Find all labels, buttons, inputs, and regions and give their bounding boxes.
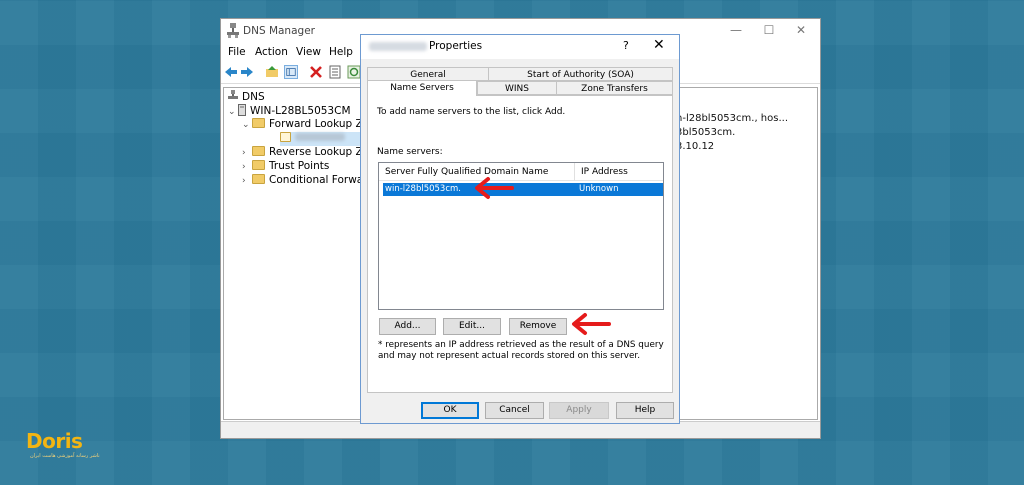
tree-label-trust: Trust Points bbox=[269, 160, 330, 172]
refresh-icon[interactable] bbox=[347, 65, 361, 79]
table-row[interactable]: win-l28bl5053cm. Unknown bbox=[383, 183, 663, 196]
folder-icon bbox=[252, 174, 265, 184]
annotation-arrow-icon bbox=[572, 313, 611, 335]
dns-icon bbox=[228, 90, 238, 99]
ip-note-text: * represents an IP address retrieved as … bbox=[378, 340, 664, 361]
folder-icon bbox=[252, 146, 265, 156]
ok-button[interactable]: OK bbox=[421, 402, 479, 419]
tab-soa[interactable]: Start of Authority (SOA) bbox=[488, 67, 673, 81]
tree-label-conditional: Conditional Forward bbox=[269, 174, 363, 186]
tree-item-server[interactable]: ⌄ WIN-L28BL5053CM bbox=[228, 104, 351, 118]
server-icon bbox=[238, 104, 246, 116]
tab-general[interactable]: General bbox=[367, 67, 489, 81]
name-servers-list[interactable]: Server Fully Qualified Domain Name (FQDN… bbox=[378, 162, 664, 310]
instruction-text: To add name servers to the list, click A… bbox=[377, 107, 566, 117]
chevron-right-icon[interactable]: › bbox=[242, 148, 252, 158]
add-button[interactable]: Add... bbox=[379, 318, 436, 335]
doris-logo: Doris ناشر رسانه آموزشی هاست ایران bbox=[26, 429, 100, 460]
maximize-button[interactable]: ☐ bbox=[759, 23, 779, 37]
menu-file[interactable]: File bbox=[228, 46, 246, 58]
tree-item-dns[interactable]: DNS bbox=[228, 90, 265, 104]
dialog-close-button[interactable]: ✕ bbox=[653, 37, 665, 53]
logo-tagline: ناشر رسانه آموزشی هاست ایران bbox=[30, 453, 100, 459]
chevron-down-icon[interactable]: ⌄ bbox=[242, 120, 252, 130]
minimize-button[interactable]: — bbox=[726, 23, 746, 37]
menu-action[interactable]: Action bbox=[255, 46, 288, 58]
row-ip: Unknown bbox=[579, 184, 619, 194]
folder-icon bbox=[252, 160, 265, 170]
tree-label-forward: Forward Lookup Zon bbox=[269, 118, 362, 130]
result-line-3: 3.10.12 bbox=[676, 141, 715, 152]
zone-file-icon bbox=[280, 132, 291, 142]
result-line-1: n-l28bl5053cm., hos... bbox=[676, 113, 789, 124]
close-button[interactable]: ✕ bbox=[791, 23, 811, 37]
chevron-right-icon[interactable]: › bbox=[242, 162, 252, 172]
properties-dialog: Properties ? ✕ General Start of Authorit… bbox=[360, 34, 680, 424]
name-servers-label: Name servers: bbox=[377, 147, 443, 157]
chevron-right-icon[interactable]: › bbox=[242, 176, 252, 186]
tree-label-server: WIN-L28BL5053CM bbox=[250, 105, 351, 117]
dns-server-icon bbox=[227, 23, 239, 38]
name-servers-panel: To add name servers to the list, click A… bbox=[367, 95, 673, 393]
folder-icon bbox=[252, 118, 265, 128]
tree-item-forward-lookup[interactable]: ⌄ Forward Lookup Zon bbox=[242, 118, 362, 132]
tree-label-reverse: Reverse Lookup Zon bbox=[269, 146, 362, 158]
tree-label-dns: DNS bbox=[242, 91, 265, 103]
tab-zone-transfers[interactable]: Zone Transfers bbox=[556, 81, 673, 95]
remove-button[interactable]: Remove bbox=[509, 318, 567, 335]
tree-item-trust-points[interactable]: › Trust Points bbox=[242, 160, 329, 174]
logo-wordmark: Doris bbox=[26, 429, 83, 453]
edit-button[interactable]: Edit... bbox=[443, 318, 501, 335]
zone-name-blurred bbox=[295, 133, 345, 141]
row-fqdn: win-l28bl5053cm. bbox=[385, 184, 461, 194]
delete-icon[interactable] bbox=[309, 65, 323, 79]
chevron-down-icon[interactable]: ⌄ bbox=[228, 107, 238, 117]
zone-name-blurred bbox=[369, 42, 427, 51]
show-hide-tree-icon[interactable] bbox=[284, 65, 298, 79]
column-header-ip[interactable]: IP Address bbox=[575, 163, 663, 181]
annotation-arrow-icon bbox=[475, 177, 514, 199]
tab-wins[interactable]: WINS bbox=[477, 81, 557, 95]
properties-icon[interactable] bbox=[328, 65, 342, 79]
window-title: DNS Manager bbox=[243, 25, 315, 37]
up-folder-icon[interactable] bbox=[265, 65, 279, 79]
menu-view[interactable]: View bbox=[296, 46, 321, 58]
help-button[interactable]: ? bbox=[623, 39, 629, 52]
apply-button[interactable]: Apply bbox=[549, 402, 609, 419]
back-arrow-icon[interactable] bbox=[224, 65, 238, 79]
menu-help[interactable]: Help bbox=[329, 46, 353, 58]
tree-item-reverse-lookup[interactable]: › Reverse Lookup Zon bbox=[242, 146, 362, 160]
forward-arrow-icon[interactable] bbox=[240, 65, 254, 79]
console-tree: DNS ⌄ WIN-L28BL5053CM ⌄ Forward Lookup Zon… bbox=[223, 87, 363, 420]
cancel-button[interactable]: Cancel bbox=[485, 402, 544, 419]
tree-item-conditional-forwarders[interactable]: › Conditional Forward bbox=[242, 174, 363, 188]
dialog-title: Properties bbox=[429, 40, 483, 52]
help-footer-button[interactable]: Help bbox=[616, 402, 674, 419]
dialog-title-bar: Properties ? ✕ bbox=[361, 35, 679, 59]
result-line-2: 3bl5053cm. bbox=[676, 127, 736, 138]
tab-name-servers[interactable]: Name Servers bbox=[367, 80, 477, 96]
tree-item-zone-selected[interactable] bbox=[280, 132, 360, 146]
